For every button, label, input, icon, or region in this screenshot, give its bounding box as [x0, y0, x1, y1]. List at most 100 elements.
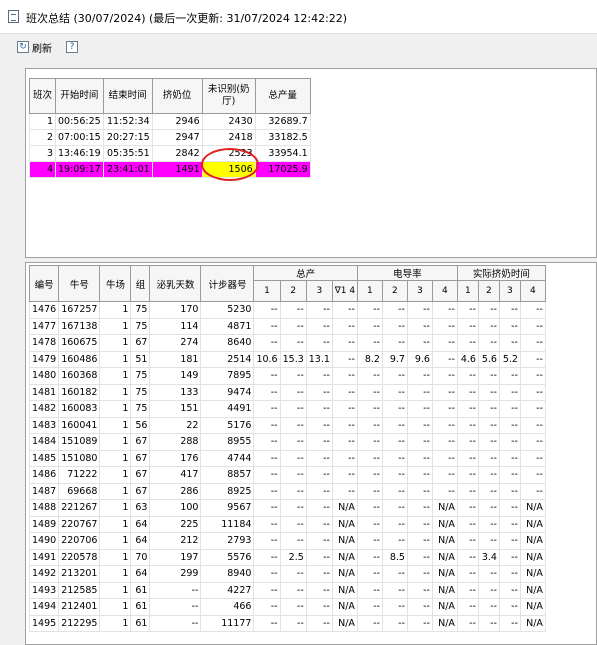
cow-cell: 70: [130, 548, 151, 566]
col-header-dim[interactable]: 泌乳天数: [149, 265, 202, 302]
cow-cell: 64: [130, 515, 151, 533]
cow-cell: --: [253, 317, 281, 335]
sub-header-total-1[interactable]: 1: [253, 280, 281, 302]
shift-row[interactable]: 4 19:09:17 23:41:01 1491 1506 17025.9: [29, 161, 311, 178]
cow-row[interactable]: 1477 167138 1 75 114 4871 -- -- -- -- -- -- -- -- -- --…: [28, 317, 546, 335]
cow-row[interactable]: 1480 160368 1 75 149 7895 -- -- -- -- -- -- -- -- -- --…: [28, 367, 546, 385]
group-header-milking-time: 实际挤奶时间: [456, 265, 546, 281]
cow-cell: --: [279, 565, 307, 583]
cow-cell: --: [279, 515, 307, 533]
cow-cell: --: [498, 614, 521, 632]
cow-row[interactable]: 1483 160041 1 56 22 5176 -- -- -- -- -- -- -- -- -- -- -…: [28, 416, 546, 434]
col-header-shift[interactable]: 班次: [29, 78, 56, 114]
sub-header-time-4[interactable]: 4: [519, 280, 546, 302]
cow-row[interactable]: 1495 212295 1 61 -- 11177 -- -- -- N/A -- -- -- N/A --…: [28, 614, 546, 632]
cow-cell: 213201: [58, 565, 101, 583]
sub-header-cond-3[interactable]: 3: [406, 280, 433, 302]
col-header-farm[interactable]: 牛场: [99, 265, 132, 302]
cow-cell: 1485: [28, 449, 60, 467]
sub-header-total-3[interactable]: 3: [305, 280, 333, 302]
cow-row[interactable]: 1489 220767 1 64 225 11184 -- -- -- N/A -- -- -- N/A -…: [28, 515, 546, 533]
cow-row[interactable]: 1494 212401 1 61 -- 466 -- -- -- N/A -- -- -- N/A -- --…: [28, 598, 546, 616]
cow-cell: --: [331, 449, 358, 467]
sub-header-cond-1[interactable]: 1: [356, 280, 383, 302]
cow-cell: 133: [149, 383, 202, 401]
col-header-end[interactable]: 结束时间: [102, 78, 153, 114]
shift-row[interactable]: 2 07:00:15 20:27:15 2947 2418 33182.5: [29, 129, 311, 146]
cow-row[interactable]: 1478 160675 1 67 274 8640 -- -- -- -- -- -- -- -- -- --…: [28, 334, 546, 352]
cow-cell: 212401: [58, 598, 101, 616]
cow-cell: 151: [149, 400, 202, 418]
sub-header-total-4[interactable]: ∇1 4: [331, 280, 358, 302]
cow-row[interactable]: 1476 167257 1 75 170 5230 -- -- -- -- -- -- -- -- -- --…: [28, 301, 546, 319]
cow-cell: 1: [99, 581, 132, 599]
shift-row[interactable]: 1 00:56:25 11:52:34 2946 2430 32689.7: [29, 113, 311, 130]
cow-row[interactable]: 1487 69668 1 67 286 8925 -- -- -- -- -- -- -- -- -- -- -…: [28, 482, 546, 500]
refresh-button[interactable]: ↻ 刷新: [17, 38, 52, 56]
cow-row[interactable]: 1482 160083 1 75 151 4491 -- -- -- -- -- -- -- -- -- --…: [28, 400, 546, 418]
cow-cell: --: [381, 334, 408, 352]
cow-cell: 13.1: [305, 350, 333, 368]
cow-cell: --: [381, 383, 408, 401]
cow-cell: --: [477, 317, 500, 335]
col-header-stall[interactable]: 挤奶位: [151, 78, 203, 114]
cow-cell: --: [456, 466, 479, 484]
cow-cell: --: [381, 581, 408, 599]
cow-row[interactable]: 1479 160486 1 51 181 2514 10.6 15.3 13.1 -- 8.2 9.7…: [28, 350, 546, 368]
window-icon: [8, 10, 19, 23]
shift-row[interactable]: 3 13:46:19 05:35:51 2842 2523 33954.1: [29, 145, 311, 162]
cow-table-header-top: 编号 牛号 牛场 组 泌乳天数 计步器号 总产 电导率 实际挤奶时间: [28, 265, 546, 302]
cow-row[interactable]: 1486 71222 1 67 417 8857 -- -- -- -- -- -- -- -- -- -- -…: [28, 466, 546, 484]
cow-cell: --: [253, 416, 281, 434]
col-header-id[interactable]: 编号: [28, 265, 60, 302]
cow-cell: --: [331, 482, 358, 500]
cow-cell: --: [498, 449, 521, 467]
cow-cell: N/A: [331, 598, 358, 616]
col-header-cow-no[interactable]: 牛号: [58, 265, 101, 302]
cow-cell: 67: [130, 334, 151, 352]
shift-cell: 2: [29, 129, 56, 146]
col-header-total-yield[interactable]: 总产量: [254, 78, 311, 114]
cow-cell: --: [431, 334, 458, 352]
cow-row[interactable]: 1492 213201 1 64 299 8940 -- -- -- N/A -- -- -- N/A --…: [28, 565, 546, 583]
sub-header-time-1[interactable]: 1: [456, 280, 479, 302]
cow-cell: 1487: [28, 482, 60, 500]
shift-cell: 2430: [201, 113, 256, 130]
col-header-start[interactable]: 开始时间: [55, 78, 104, 114]
cow-row[interactable]: 1493 212585 1 61 -- 4227 -- -- -- N/A -- -- -- N/A -- -…: [28, 581, 546, 599]
cow-cell: 170: [149, 301, 202, 319]
cow-cell: --: [477, 598, 500, 616]
cow-cell: --: [253, 383, 281, 401]
cow-cell: --: [305, 400, 333, 418]
col-header-group[interactable]: 组: [130, 265, 151, 302]
sub-header-time-2[interactable]: 2: [477, 280, 500, 302]
cow-cell: --: [356, 515, 383, 533]
cow-cell: --: [356, 416, 383, 434]
sub-header-cond-2[interactable]: 2: [381, 280, 408, 302]
cow-cell: --: [305, 614, 333, 632]
cow-cell: 8955: [200, 433, 255, 451]
cow-cell: 417: [149, 466, 202, 484]
cow-cell: 2793: [200, 532, 255, 550]
cow-row[interactable]: 1488 221267 1 63 100 9567 -- -- -- N/A -- -- -- N/A --…: [28, 499, 546, 517]
cow-row[interactable]: 1490 220706 1 64 212 2793 -- -- -- N/A -- -- -- N/A --…: [28, 532, 546, 550]
sub-header-total-2[interactable]: 2: [279, 280, 307, 302]
cow-cell: --: [456, 433, 479, 451]
cow-cell: --: [305, 565, 333, 583]
cow-cell: --: [498, 334, 521, 352]
col-header-pedometer[interactable]: 计步器号: [200, 265, 255, 302]
sub-header-time-3[interactable]: 3: [498, 280, 521, 302]
cow-cell: --: [381, 532, 408, 550]
col-header-unidentified[interactable]: 未识别(奶厅): [201, 78, 256, 114]
cow-row[interactable]: 1484 151089 1 67 288 8955 -- -- -- -- -- -- -- -- -- --…: [28, 433, 546, 451]
help-button[interactable]: ?: [66, 38, 78, 56]
cow-cell: 1491: [28, 548, 60, 566]
cow-cell: 1: [99, 433, 132, 451]
cow-row[interactable]: 1485 151080 1 67 176 4744 -- -- -- -- -- -- -- -- -- --…: [28, 449, 546, 467]
cow-cell: --: [406, 565, 433, 583]
sub-header-cond-4[interactable]: 4: [431, 280, 458, 302]
cow-cell: --: [305, 301, 333, 319]
cow-row[interactable]: 1481 160182 1 75 133 9474 -- -- -- -- -- -- -- -- -- --…: [28, 383, 546, 401]
cow-cell: 8.2: [356, 350, 383, 368]
cow-row[interactable]: 1491 220578 1 70 197 5576 -- 2.5 -- N/A -- 8.5 -- N/A…: [28, 548, 546, 566]
